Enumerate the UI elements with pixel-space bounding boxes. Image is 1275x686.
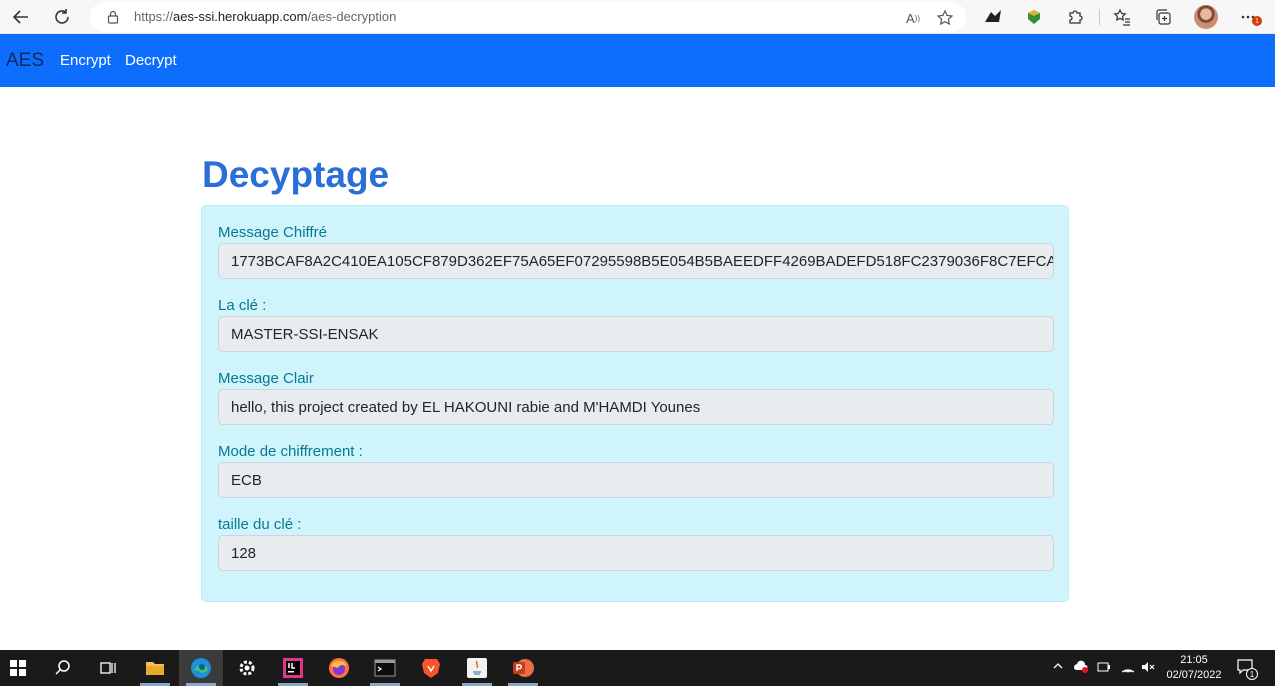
edge-browser-icon[interactable] [187, 654, 215, 682]
system-clock[interactable]: 21:05 02/07/2022 [1162, 653, 1226, 683]
terminal-icon[interactable] [371, 654, 399, 682]
os-taskbar: 21:05 02/07/2022 1 [0, 650, 1275, 686]
url-text: https://aes-ssi.herokuapp.com/aes-decryp… [134, 9, 396, 24]
file-explorer-icon[interactable] [141, 654, 169, 682]
profile-avatar[interactable] [1194, 5, 1218, 29]
collections-icon[interactable] [1151, 5, 1175, 29]
java-app-icon[interactable] [463, 654, 491, 682]
label-key: La clé : [218, 297, 267, 314]
firefox-icon[interactable] [325, 654, 353, 682]
url-path: /aes-decryption [307, 9, 397, 24]
key-field[interactable]: MASTER-SSI-ENSAK [218, 316, 1054, 352]
extension-icon-2[interactable] [1022, 5, 1046, 29]
url-scheme: https:// [134, 9, 174, 24]
extensions-puzzle-icon[interactable] [1063, 5, 1087, 29]
nav-link-decrypt[interactable]: Decrypt [125, 52, 177, 69]
battery-icon[interactable] [1096, 660, 1112, 677]
notification-badge: 1 [1252, 16, 1262, 26]
onedrive-status-icon[interactable] [1073, 660, 1089, 677]
task-view-icon[interactable] [94, 654, 122, 682]
favorites-icon[interactable] [1110, 5, 1134, 29]
read-aloud-label: A [906, 10, 915, 26]
add-favorite-icon[interactable] [935, 8, 955, 28]
cipher-message-field[interactable]: 1773BCAF8A2C410EA105CF879D362EF75A65EF07… [218, 243, 1054, 279]
settings-gear-icon[interactable] [233, 654, 261, 682]
label-cipher-message: Message Chiffré [218, 224, 327, 241]
clock-time: 21:05 [1180, 654, 1208, 666]
show-hidden-icons-chevron-icon[interactable] [1052, 660, 1064, 675]
plain-message-field[interactable]: hello, this project created by EL HAKOUN… [218, 389, 1054, 425]
read-aloud-icon[interactable]: A)) [903, 8, 923, 28]
nav-link-encrypt[interactable]: Encrypt [60, 52, 111, 69]
cipher-mode-field[interactable]: ECB [218, 462, 1054, 498]
brave-browser-icon[interactable] [417, 654, 445, 682]
address-bar[interactable]: https://aes-ssi.herokuapp.com/aes-decryp… [90, 2, 966, 32]
action-center-badge: 1 [1246, 668, 1258, 680]
key-size-field[interactable]: 128 [218, 535, 1054, 571]
clock-date: 02/07/2022 [1166, 669, 1222, 681]
label-cipher-mode: Mode de chiffrement : [218, 443, 363, 460]
label-plain-message: Message Clair [218, 370, 314, 387]
navbar-brand[interactable]: AES [6, 50, 44, 72]
app-navbar: AES Encrypt Decrypt [0, 34, 1275, 87]
lock-icon [106, 10, 120, 24]
intellij-idea-icon[interactable] [279, 654, 307, 682]
url-host: aes-ssi.herokuapp.com [173, 9, 308, 24]
wifi-icon[interactable] [1120, 660, 1136, 677]
refresh-icon[interactable] [49, 4, 75, 30]
windows-start-icon[interactable] [4, 654, 32, 682]
volume-muted-icon[interactable] [1140, 660, 1156, 677]
back-icon[interactable] [8, 4, 34, 30]
toolbar-divider [1099, 9, 1100, 25]
search-icon[interactable] [49, 654, 77, 682]
decryption-card: Message Chiffré 1773BCAF8A2C410EA105CF87… [201, 205, 1069, 602]
powerpoint-icon[interactable] [509, 654, 537, 682]
label-key-size: taille du clé : [218, 516, 302, 533]
page-title: Decyptage [202, 154, 390, 195]
extension-icon-1[interactable] [981, 5, 1005, 29]
browser-toolbar: https://aes-ssi.herokuapp.com/aes-decryp… [0, 0, 1275, 34]
